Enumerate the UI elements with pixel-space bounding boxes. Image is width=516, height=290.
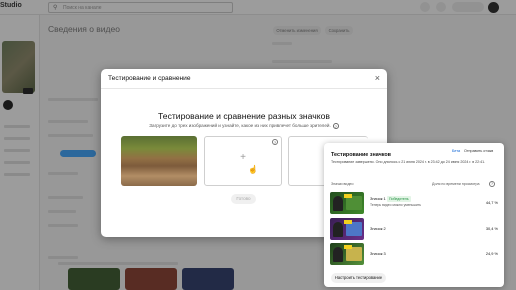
- thumbnail-image: [346, 222, 362, 236]
- result-row: Значок 1 Победитель Теперь видео можно у…: [324, 191, 504, 218]
- result-row: Значок 2 30,4 %: [324, 217, 504, 244]
- thumbnail-slot-1[interactable]: [121, 136, 197, 186]
- test-description: Тестирование завершено. Оно длилось с 21…: [331, 160, 486, 164]
- setup-test-button[interactable]: Настроить тестирование: [331, 273, 386, 283]
- close-icon[interactable]: ×: [375, 73, 380, 83]
- thumbnail-image: [346, 247, 362, 261]
- done-button[interactable]: Готово: [231, 194, 256, 204]
- result-caption: Теперь видео можно уменьшить: [370, 203, 422, 207]
- help-icon[interactable]: ?: [332, 123, 339, 129]
- beta-label: Бета: [452, 149, 461, 153]
- plus-icon[interactable]: +: [205, 152, 281, 163]
- result-percent: 24,9 %: [485, 251, 498, 256]
- feedback-link[interactable]: Отправить отзыв: [464, 149, 493, 153]
- result-thumbnail: [330, 192, 364, 214]
- thumbnail-figure: [333, 196, 343, 211]
- hand-cursor-icon: ☝: [248, 165, 258, 174]
- dialog-heading: Тестирование и сравнение разных значков: [158, 111, 330, 121]
- thumbnail-image: [346, 196, 362, 210]
- result-percent: 44,7 %: [485, 200, 498, 205]
- thumbnail-tag: [344, 220, 352, 224]
- result-name: Значок 3: [370, 251, 386, 256]
- help-icon[interactable]: ?: [272, 139, 278, 145]
- thumbnail-tag: [344, 194, 352, 198]
- panel-title: Тестирование значков: [331, 152, 391, 158]
- column-header-thumbnail: Значки видео: [331, 182, 354, 186]
- help-icon[interactable]: ?: [489, 181, 495, 187]
- dialog-title: Тестирование и сравнение: [108, 75, 191, 82]
- thumbnail-figure: [333, 222, 343, 237]
- result-thumbnail: [330, 218, 364, 240]
- thumbnail-tag: [344, 245, 352, 249]
- result-name: Значок 1: [370, 196, 386, 201]
- thumbnail-test-results-panel: Тестирование значков Бета Отправить отзы…: [324, 143, 504, 287]
- result-percent: 30,4 %: [485, 226, 498, 231]
- thumbnail-figure: [333, 247, 343, 262]
- dialog-header: Тестирование и сравнение ×: [101, 69, 387, 89]
- result-row: Значок 3 24,9 %: [324, 242, 504, 269]
- result-name: Значок 2: [370, 226, 386, 231]
- column-header-watch-share: Доля по времени просмотра: [432, 182, 480, 186]
- winner-badge: Победитель: [387, 196, 411, 202]
- subtitle-text: Загрузите до трех изображений и узнайте,…: [149, 123, 331, 129]
- dialog-subtitle: Загрузите до трех изображений и узнайте,…: [101, 123, 387, 129]
- result-thumbnail: [330, 243, 364, 265]
- studio-screen: Studio ⚲ Поиск на канале Сведения о виде…: [0, 0, 516, 290]
- thumbnail-slot-2[interactable]: ? +: [204, 136, 282, 186]
